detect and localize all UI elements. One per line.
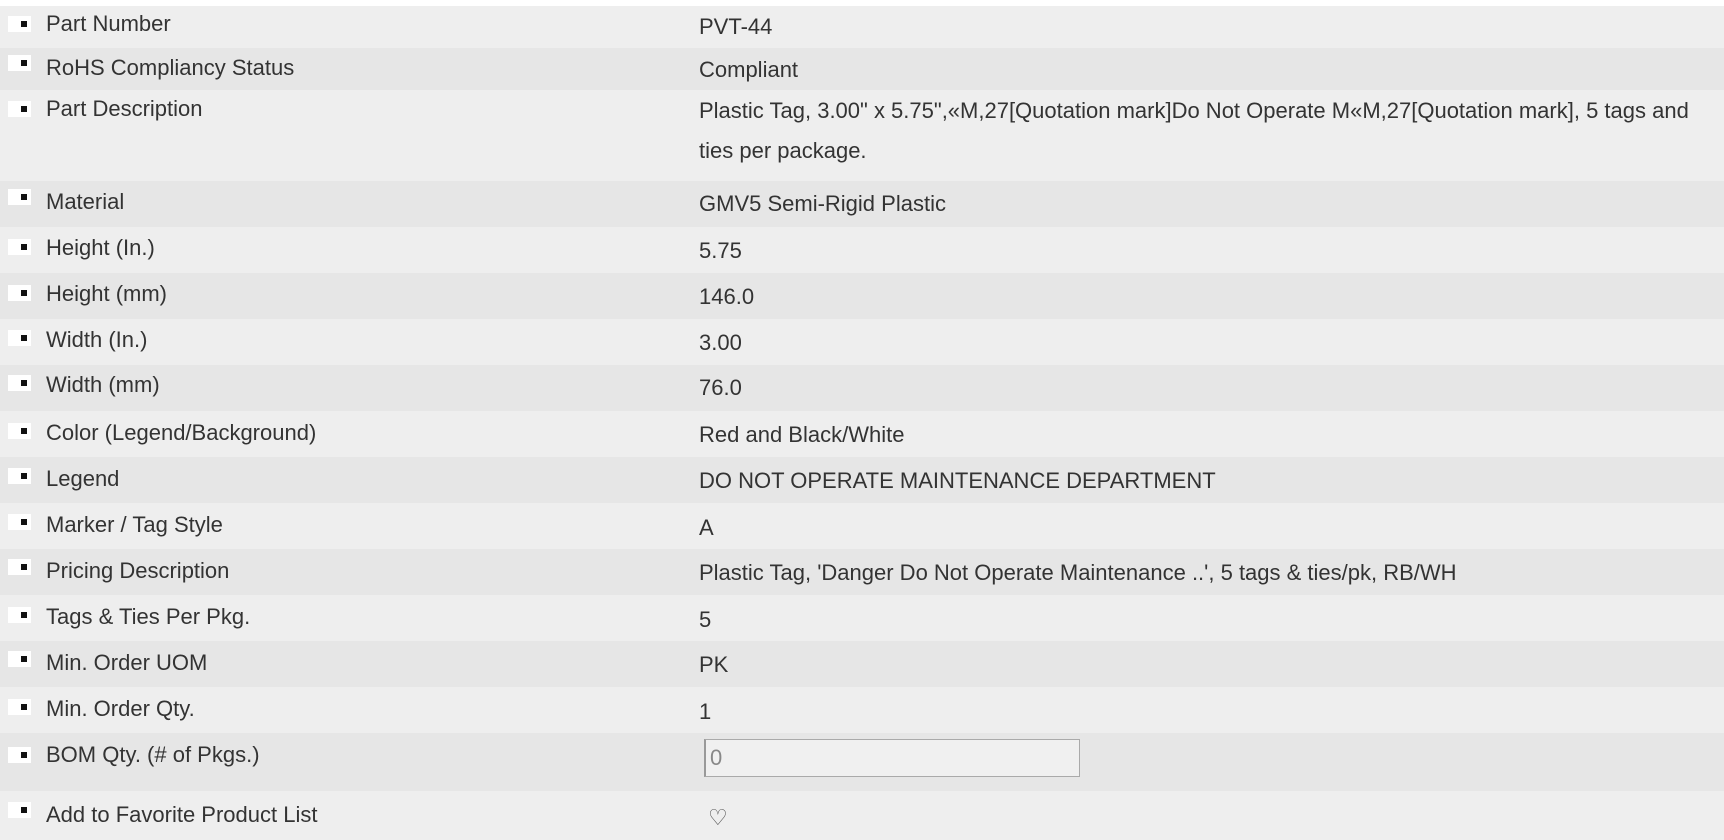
spec-row-width-mm: Width (mm) 76.0 <box>0 365 1724 411</box>
spec-row-min-order-uom: Min. Order UOM PK <box>0 641 1724 687</box>
spec-value: Plastic Tag, 'Danger Do Not Operate Main… <box>699 560 1457 585</box>
spec-row-legend: Legend DO NOT OPERATE MAINTENANCE DEPART… <box>0 457 1724 503</box>
spec-label: Legend <box>46 466 120 491</box>
bom-qty-input[interactable] <box>704 739 1080 777</box>
spec-row-bom-qty: BOM Qty. (# of Pkgs.) <box>0 733 1724 791</box>
square-bullet-icon <box>8 330 31 346</box>
spec-value: Red and Black/White <box>699 422 905 447</box>
spec-label: Color (Legend/Background) <box>46 420 317 445</box>
spec-value: PK <box>699 652 729 677</box>
spec-label: Tags & Ties Per Pkg. <box>46 604 251 629</box>
spec-label: Marker / Tag Style <box>46 512 223 537</box>
spec-row-color: Color (Legend/Background) Red and Black/… <box>0 411 1724 457</box>
square-bullet-icon <box>8 607 31 623</box>
spec-label: Pricing Description <box>46 558 230 583</box>
square-bullet-icon <box>8 802 31 818</box>
spec-value: 1 <box>699 699 712 724</box>
spec-value: PVT-44 <box>699 14 773 39</box>
square-bullet-icon <box>8 651 31 667</box>
square-bullet-icon <box>8 699 31 715</box>
spec-row-pricing-description: Pricing Description Plastic Tag, 'Danger… <box>0 549 1724 595</box>
square-bullet-icon <box>8 747 31 763</box>
spec-value: Compliant <box>699 57 799 82</box>
spec-row-height-mm: Height (mm) 146.0 <box>0 273 1724 319</box>
square-bullet-icon <box>8 514 31 530</box>
spec-value: 3.00 <box>699 330 742 355</box>
spec-label: Part Number <box>46 11 171 36</box>
square-bullet-icon <box>8 55 31 71</box>
square-bullet-icon <box>8 375 31 391</box>
spec-label: Height (In.) <box>46 235 155 260</box>
square-bullet-icon <box>8 16 31 32</box>
square-bullet-icon <box>8 559 31 575</box>
square-bullet-icon <box>8 189 31 205</box>
spec-label: Min. Order Qty. <box>46 696 195 721</box>
spec-row-min-order-qty: Min. Order Qty. 1 <box>0 687 1724 733</box>
spec-label: Add to Favorite Product List <box>46 802 318 827</box>
spec-value: GMV5 Semi-Rigid Plastic <box>699 191 946 216</box>
square-bullet-icon <box>8 423 31 439</box>
spec-value: 76.0 <box>699 375 742 400</box>
spec-value: 5 <box>699 607 712 632</box>
spec-row-add-favorite: Add to Favorite Product List ♡ <box>0 791 1724 840</box>
spec-label: RoHS Compliancy Status <box>46 55 295 80</box>
spec-row-height-in: Height (In.) 5.75 <box>0 227 1724 273</box>
spec-row-tag-style: Marker / Tag Style A <box>0 503 1724 549</box>
spec-label: Height (mm) <box>46 281 168 306</box>
spec-value: Plastic Tag, 3.00" x 5.75",«M,27[Quotati… <box>699 98 1689 163</box>
spec-label: BOM Qty. (# of Pkgs.) <box>46 742 260 767</box>
spec-value: 146.0 <box>699 284 755 309</box>
square-bullet-icon <box>8 468 31 484</box>
spec-row-width-in: Width (In.) 3.00 <box>0 319 1724 365</box>
spec-label: Width (mm) <box>46 372 160 397</box>
spec-row-rohs: RoHS Compliancy Status Compliant <box>0 48 1724 90</box>
spec-value: A <box>699 515 714 540</box>
spec-row-part-number: Part Number PVT-44 <box>0 6 1724 48</box>
spec-label: Min. Order UOM <box>46 650 208 675</box>
square-bullet-icon <box>8 239 31 255</box>
spec-label: Material <box>46 189 125 214</box>
square-bullet-icon <box>8 285 31 301</box>
spec-row-tags-per-pkg: Tags & Ties Per Pkg. 5 <box>0 595 1724 641</box>
spec-row-part-description: Part Description Plastic Tag, 3.00" x 5.… <box>0 90 1724 181</box>
heart-icon[interactable]: ♡ <box>708 807 728 829</box>
spec-label: Part Description <box>46 96 203 121</box>
spec-label: Width (In.) <box>46 327 148 352</box>
square-bullet-icon <box>8 101 31 117</box>
spec-row-material: Material GMV5 Semi-Rigid Plastic <box>0 181 1724 227</box>
spec-value: DO NOT OPERATE MAINTENANCE DEPARTMENT <box>699 468 1216 493</box>
spec-value: 5.75 <box>699 238 742 263</box>
